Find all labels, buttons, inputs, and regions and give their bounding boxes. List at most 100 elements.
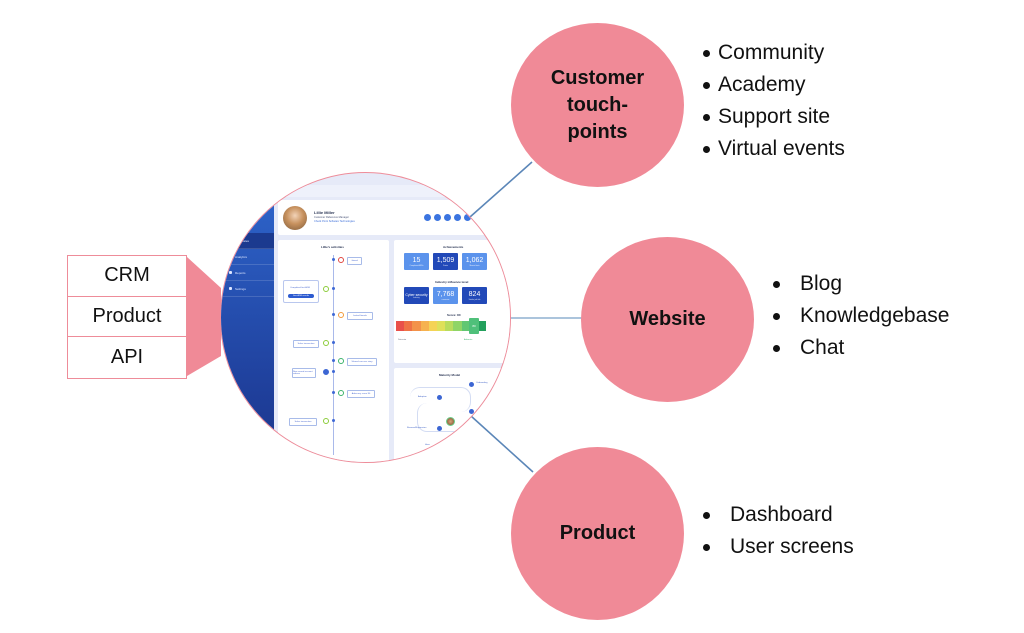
sidebar-item-settings[interactable]: Settings <box>221 281 274 297</box>
dashboard-screenshot: Advocates report Advocates Analytics Rep… <box>221 173 510 462</box>
bullet-icon <box>703 145 710 153</box>
people-icon <box>229 239 232 242</box>
bullet-icon <box>773 280 780 288</box>
see-adr-results-button[interactable]: See ADR results <box>288 294 314 298</box>
maturity-stage-onboarding: Onboarding <box>476 382 488 384</box>
score-segment <box>428 321 437 331</box>
kpi-followers: 7,768 Followers <box>433 287 458 304</box>
profile-company[interactable]: Check Point Software Technologies <box>314 220 355 223</box>
maturity-stage-hero: Hero <box>425 444 430 446</box>
kpi-completed-adrs: 15 Completed ADRs <box>404 253 429 270</box>
timeline-node-icon <box>338 257 344 263</box>
activity-shared-success-story[interactable]: Shared success story <box>347 358 377 366</box>
score-segment <box>445 321 454 331</box>
timeline-dot <box>332 391 335 394</box>
user-position-avatar <box>446 417 455 426</box>
list-item: Blog <box>773 268 949 300</box>
source-funnel-shape <box>187 257 221 376</box>
maturity-stage-renewal: Renewal/Expansion <box>407 427 427 429</box>
list-item: User screens <box>703 531 854 563</box>
sidebar-item-advocates[interactable]: Advocates <box>221 233 274 249</box>
twitter-icon[interactable] <box>444 214 451 221</box>
maturity-node-icon <box>469 409 474 414</box>
bubble-title: Website <box>629 308 706 330</box>
linkedin-icon[interactable] <box>424 214 431 221</box>
source-api: API <box>110 345 144 368</box>
timeline-node-icon <box>338 312 344 318</box>
chart-icon <box>229 255 232 258</box>
list-item: Support site <box>703 101 845 133</box>
activity-sales-transaction[interactable]: Sales transaction <box>289 418 317 426</box>
bubble-website: Website <box>581 237 754 402</box>
website-list: Blog Knowledgebase Chat <box>773 268 949 364</box>
list-item: Academy <box>703 69 845 101</box>
timeline-dot <box>332 287 335 290</box>
list-item: Dashboard <box>703 499 854 531</box>
score-title: Score: 80 <box>447 313 461 317</box>
maturity-node-icon <box>437 395 442 400</box>
timeline-dot <box>332 370 335 373</box>
email-icon[interactable] <box>454 214 461 221</box>
score-marker: 80 <box>469 318 479 334</box>
kpi-industry: Cyber security Industry <box>404 287 429 304</box>
score-segment <box>420 321 429 331</box>
timeline-dot <box>332 359 335 362</box>
report-icon <box>229 271 232 274</box>
timeline-dot <box>332 258 335 261</box>
bubble-customer-touchpoints: Customer touch- points <box>511 23 684 187</box>
bullet-icon <box>703 49 710 57</box>
score-segment <box>412 321 421 331</box>
profile-role: Customer Reference Manager <box>314 216 349 219</box>
activity-first-adr: Completed first ADR <box>285 285 315 291</box>
product-list: Dashboard User screens <box>703 499 854 563</box>
sidebar-item-analytics[interactable]: Analytics <box>221 249 274 265</box>
source-crm: CRM <box>68 256 186 297</box>
score-caption-left: Detractor <box>398 339 407 341</box>
bullet-icon <box>773 344 780 352</box>
timeline-node-icon <box>323 369 329 375</box>
touchpoints-list: Community Academy Support site Virtual e… <box>703 37 845 165</box>
timeline-axis <box>333 255 334 455</box>
activity-joined[interactable]: Joined <box>347 257 362 265</box>
dashboard-topbar: Advocates report <box>221 185 510 197</box>
achievements-title: Achievements <box>443 245 464 249</box>
timeline-dot <box>332 313 335 316</box>
score-segment <box>436 321 446 331</box>
timeline-node-icon <box>323 340 329 346</box>
maturity-stage-advocacy: Advocacy <box>476 410 486 412</box>
activity-advocacy-score[interactable]: Advocacy score 90 <box>347 390 375 398</box>
profile-name: Lillie Miller <box>314 210 335 215</box>
bubble-title: Customer touch- points <box>550 66 645 143</box>
bubble-title: Product <box>559 522 636 544</box>
dashboard-preview-lens: Advocates report Advocates Analytics Rep… <box>220 172 511 463</box>
bullet-icon <box>773 312 780 320</box>
dashboard-title: Advocates report <box>269 189 294 193</box>
bullet-icon <box>703 511 710 519</box>
score-caption-mid: Advocate <box>464 339 473 341</box>
profile-card <box>278 200 510 235</box>
timeline-node-icon <box>323 418 329 424</box>
timeline-node-icon <box>338 390 344 396</box>
facebook-icon[interactable] <box>434 214 441 221</box>
influence-title: Industry influence level <box>435 280 469 284</box>
activity-sales-transaction[interactable]: Sales transaction <box>293 340 319 348</box>
more-icon[interactable] <box>464 214 471 221</box>
activity-invited-friends[interactable]: Invited friends <box>347 312 373 320</box>
kpi-similar-title: 824 Similar job title <box>462 287 487 304</box>
maturity-title: Maturity Model <box>439 373 461 377</box>
kpi-shared: 1,062 Shared stats <box>462 253 487 270</box>
activity-new-record[interactable]: New record account referee <box>292 368 316 378</box>
bullet-icon <box>703 543 710 551</box>
maturity-node-icon <box>437 443 442 448</box>
bubble-product: Product <box>511 447 684 620</box>
timeline-node-icon <box>338 358 344 364</box>
maturity-node-icon <box>469 382 474 387</box>
score-segment <box>477 321 487 331</box>
kpi-points: 1,509 Points <box>433 253 458 270</box>
sidebar-item-reports[interactable]: Reports <box>221 265 274 281</box>
timeline-node-icon <box>323 286 329 292</box>
score-segment <box>453 321 462 331</box>
list-item: Knowledgebase <box>773 300 949 332</box>
gear-icon <box>229 287 232 290</box>
activity-first-adr-card <box>283 280 319 303</box>
